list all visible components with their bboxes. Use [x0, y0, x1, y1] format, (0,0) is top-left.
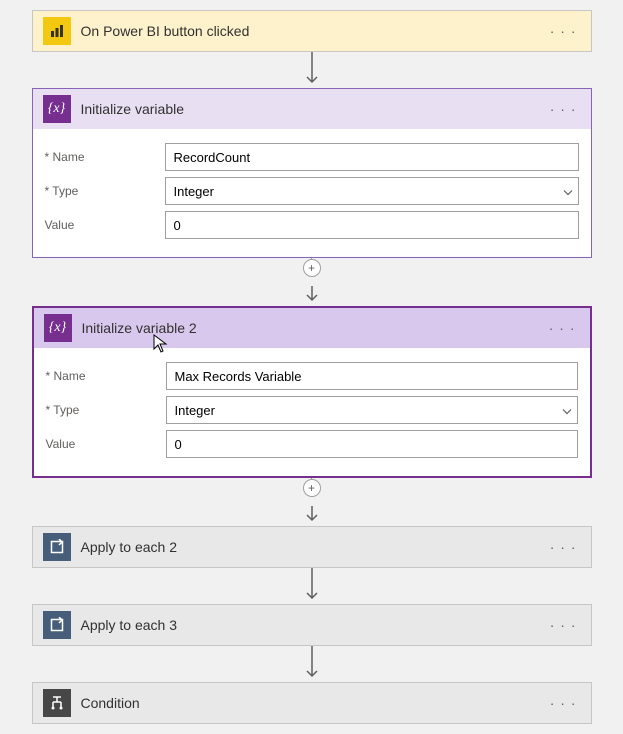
connector-arrow	[305, 52, 319, 88]
name-input[interactable]	[165, 143, 579, 171]
apply-to-each-2-card[interactable]: Apply to each 2 · · ·	[32, 526, 592, 568]
trigger-menu-button[interactable]: · · ·	[546, 23, 581, 39]
powerbi-icon	[43, 17, 71, 45]
card-title: Apply to each 3	[81, 617, 536, 633]
type-select[interactable]	[165, 177, 579, 205]
apply-to-each-3-card[interactable]: Apply to each 3 · · ·	[32, 604, 592, 646]
card-menu-button[interactable]: · · ·	[546, 617, 581, 633]
value-label: Value	[46, 437, 166, 451]
connector-arrow	[305, 506, 319, 526]
card-menu-button[interactable]: · · ·	[546, 539, 581, 555]
connector-arrow	[305, 286, 319, 306]
name-label: Name	[45, 150, 165, 164]
connector: +	[303, 258, 321, 286]
trigger-title: On Power BI button clicked	[81, 23, 536, 39]
type-select[interactable]	[166, 396, 578, 424]
card-menu-button[interactable]: · · ·	[546, 695, 581, 711]
loop-icon	[43, 611, 71, 639]
condition-card[interactable]: Condition · · ·	[32, 682, 592, 724]
card-title: Initialize variable	[81, 101, 536, 117]
add-step-button[interactable]: +	[303, 479, 321, 497]
condition-icon	[43, 689, 71, 717]
flow-canvas: On Power BI button clicked · · · {x} Ini…	[10, 10, 613, 724]
type-label: Type	[45, 184, 165, 198]
card-title: Initialize variable 2	[82, 320, 535, 336]
variable-icon: {x}	[44, 314, 72, 342]
card-menu-button[interactable]: · · ·	[546, 101, 581, 117]
card-menu-button[interactable]: · · ·	[545, 320, 580, 336]
loop-icon	[43, 533, 71, 561]
variable-icon: {x}	[43, 95, 71, 123]
value-input[interactable]	[166, 430, 578, 458]
connector-arrow	[305, 568, 319, 604]
value-label: Value	[45, 218, 165, 232]
init-variable-2-card[interactable]: {x} Initialize variable 2 · · · Name Typ…	[32, 306, 592, 478]
trigger-card[interactable]: On Power BI button clicked · · ·	[32, 10, 592, 52]
name-label: Name	[46, 369, 166, 383]
type-label: Type	[46, 403, 166, 417]
init-variable-card[interactable]: {x} Initialize variable · · · Name Type …	[32, 88, 592, 258]
add-step-button[interactable]: +	[303, 259, 321, 277]
name-input[interactable]	[166, 362, 578, 390]
value-input[interactable]	[165, 211, 579, 239]
card-title: Apply to each 2	[81, 539, 536, 555]
connector-arrow	[305, 646, 319, 682]
connector: +	[303, 478, 321, 506]
card-title: Condition	[81, 695, 536, 711]
